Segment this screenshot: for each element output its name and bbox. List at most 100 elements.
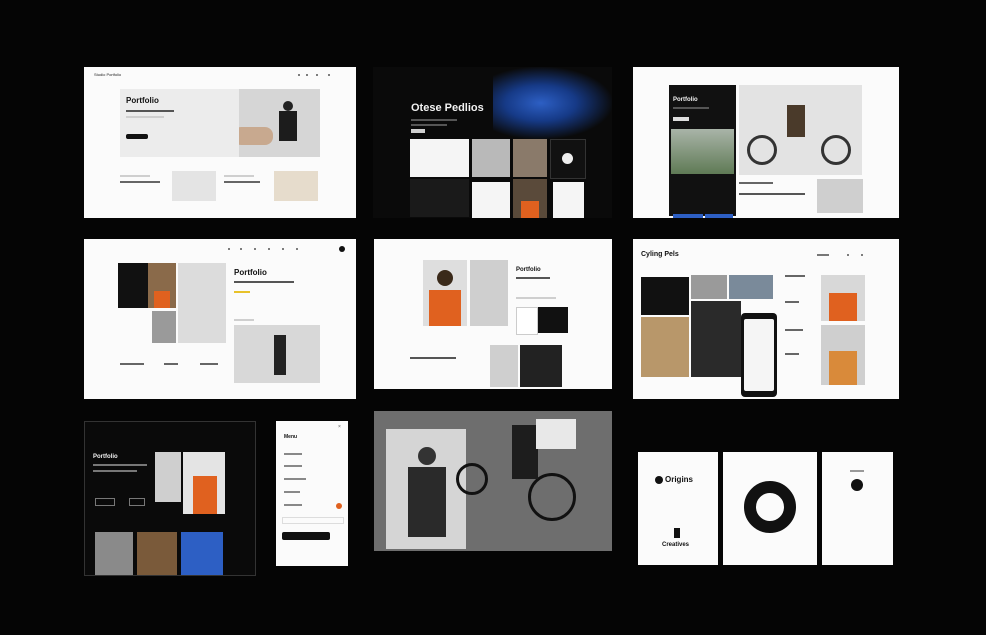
hero-headline: Portfolio: [516, 267, 541, 273]
menu-item[interactable]: [284, 491, 300, 493]
section-line: [410, 357, 456, 359]
cyclist-photo: [739, 85, 862, 175]
cta-button[interactable]: [411, 129, 425, 133]
phone-mockup: [741, 313, 777, 397]
mockup-card-2[interactable]: Otese Pedlios: [373, 67, 612, 218]
nav-dot[interactable]: [328, 74, 330, 76]
dark-tile: [538, 307, 568, 333]
grid-photo: [513, 179, 547, 218]
menu-item[interactable]: [284, 465, 302, 467]
nav-line[interactable]: [817, 254, 829, 256]
grid-photo: [470, 260, 508, 326]
cta-button[interactable]: [126, 134, 148, 139]
hero-text-line: [516, 297, 556, 299]
section-line: [785, 301, 799, 303]
mockup-card-8-menu[interactable]: Menu ×: [276, 421, 348, 566]
feature-photo: [234, 325, 320, 383]
caption-line: [850, 470, 864, 472]
nav-dot[interactable]: [296, 248, 298, 250]
grid-photo: [490, 345, 518, 387]
avatar[interactable]: [339, 246, 345, 252]
close-icon[interactable]: ×: [338, 425, 341, 430]
section-line: [785, 353, 799, 355]
mockup-card-6[interactable]: Cyling Pels: [633, 239, 899, 399]
menu-item[interactable]: [284, 453, 302, 455]
section-line: [120, 363, 144, 365]
portrait-inset: [386, 429, 466, 549]
thumb-photo: [274, 171, 318, 201]
nav-dot[interactable]: [298, 74, 300, 76]
abstract-blue-art: [493, 67, 612, 139]
portrait-photo: [148, 263, 176, 308]
nav-dot[interactable]: [282, 248, 284, 250]
portrait-photo: [817, 179, 863, 213]
hero-text-line: [673, 107, 709, 109]
grid-photo: [513, 139, 547, 177]
accent-line: [234, 291, 250, 293]
grid-photo: [95, 532, 133, 575]
hero-headline: Portfolio: [93, 454, 118, 460]
hero-text-line: [126, 110, 174, 112]
mockup-card-7[interactable]: Portfolio: [84, 421, 256, 576]
blue-button[interactable]: [705, 214, 733, 218]
nav-dot[interactable]: [847, 254, 849, 256]
menu-item[interactable]: [284, 504, 302, 506]
blue-button[interactable]: [673, 214, 703, 218]
logo-caption: Creatives: [662, 542, 690, 548]
hero-text-line: [93, 464, 147, 466]
cyclist-photo: [178, 263, 226, 343]
section-line: [785, 329, 803, 331]
logo-mark-icon: [674, 528, 680, 538]
dark-card: [641, 277, 689, 315]
grid-photo: [472, 139, 510, 177]
nav-dot[interactable]: [240, 248, 242, 250]
hero-headline: Cyling Pels: [641, 251, 679, 258]
nav-dot[interactable]: [228, 248, 230, 250]
logo-text: Studio Portfolio: [94, 72, 122, 77]
nav-dot[interactable]: [861, 254, 863, 256]
bicycle-wheel: [456, 463, 488, 495]
nav-dot[interactable]: [268, 248, 270, 250]
thumb-photo: [172, 171, 216, 201]
menu-item[interactable]: [284, 478, 306, 480]
grid-photo: [137, 532, 177, 575]
hero-text-line: [234, 281, 294, 283]
nav-dot[interactable]: [316, 74, 318, 76]
mockup-card-3[interactable]: Portfolio: [633, 67, 899, 218]
info-card: [410, 139, 469, 177]
dark-tile: [520, 345, 562, 387]
outline-button[interactable]: [129, 498, 145, 506]
hero-headline: Otese Pedlios: [411, 102, 484, 114]
nav-dot[interactable]: [254, 248, 256, 250]
hero-text-line: [411, 119, 457, 121]
hero-text-line: [93, 470, 137, 472]
outline-button[interactable]: [95, 498, 115, 506]
mockup-card-4[interactable]: Portfolio: [84, 239, 356, 399]
hero-headline: Portfolio: [234, 268, 267, 277]
section-line: [234, 319, 254, 321]
hero-text-line: [411, 124, 447, 126]
section-line: [224, 181, 260, 183]
logo-tile: [550, 139, 586, 179]
logo-board-3: [822, 452, 893, 565]
mockup-card-1[interactable]: Studio Portfolio Portfolio: [84, 67, 356, 218]
grid-photo: [181, 532, 223, 575]
nav-dot[interactable]: [306, 74, 308, 76]
logo-tile: [516, 307, 538, 335]
mockup-card-5[interactable]: Portfolio: [374, 239, 612, 389]
section-line: [120, 175, 150, 177]
star-emblem-icon: [851, 479, 863, 491]
logo-mark-icon: [655, 476, 663, 484]
info-card: [553, 182, 584, 218]
logo-board-1: Origins Creatives: [638, 452, 718, 565]
grid-photo: [155, 452, 181, 502]
bicycle-wheel: [528, 473, 576, 521]
orange-hoodie-photo: [423, 260, 467, 326]
section-line: [739, 193, 805, 195]
hero-headline: Portfolio: [126, 96, 159, 105]
search-input[interactable]: [282, 517, 344, 524]
dark-tile: [118, 263, 148, 308]
submit-button[interactable]: [282, 532, 330, 540]
cta-button[interactable]: [673, 117, 689, 121]
hero-photo: [239, 89, 320, 157]
